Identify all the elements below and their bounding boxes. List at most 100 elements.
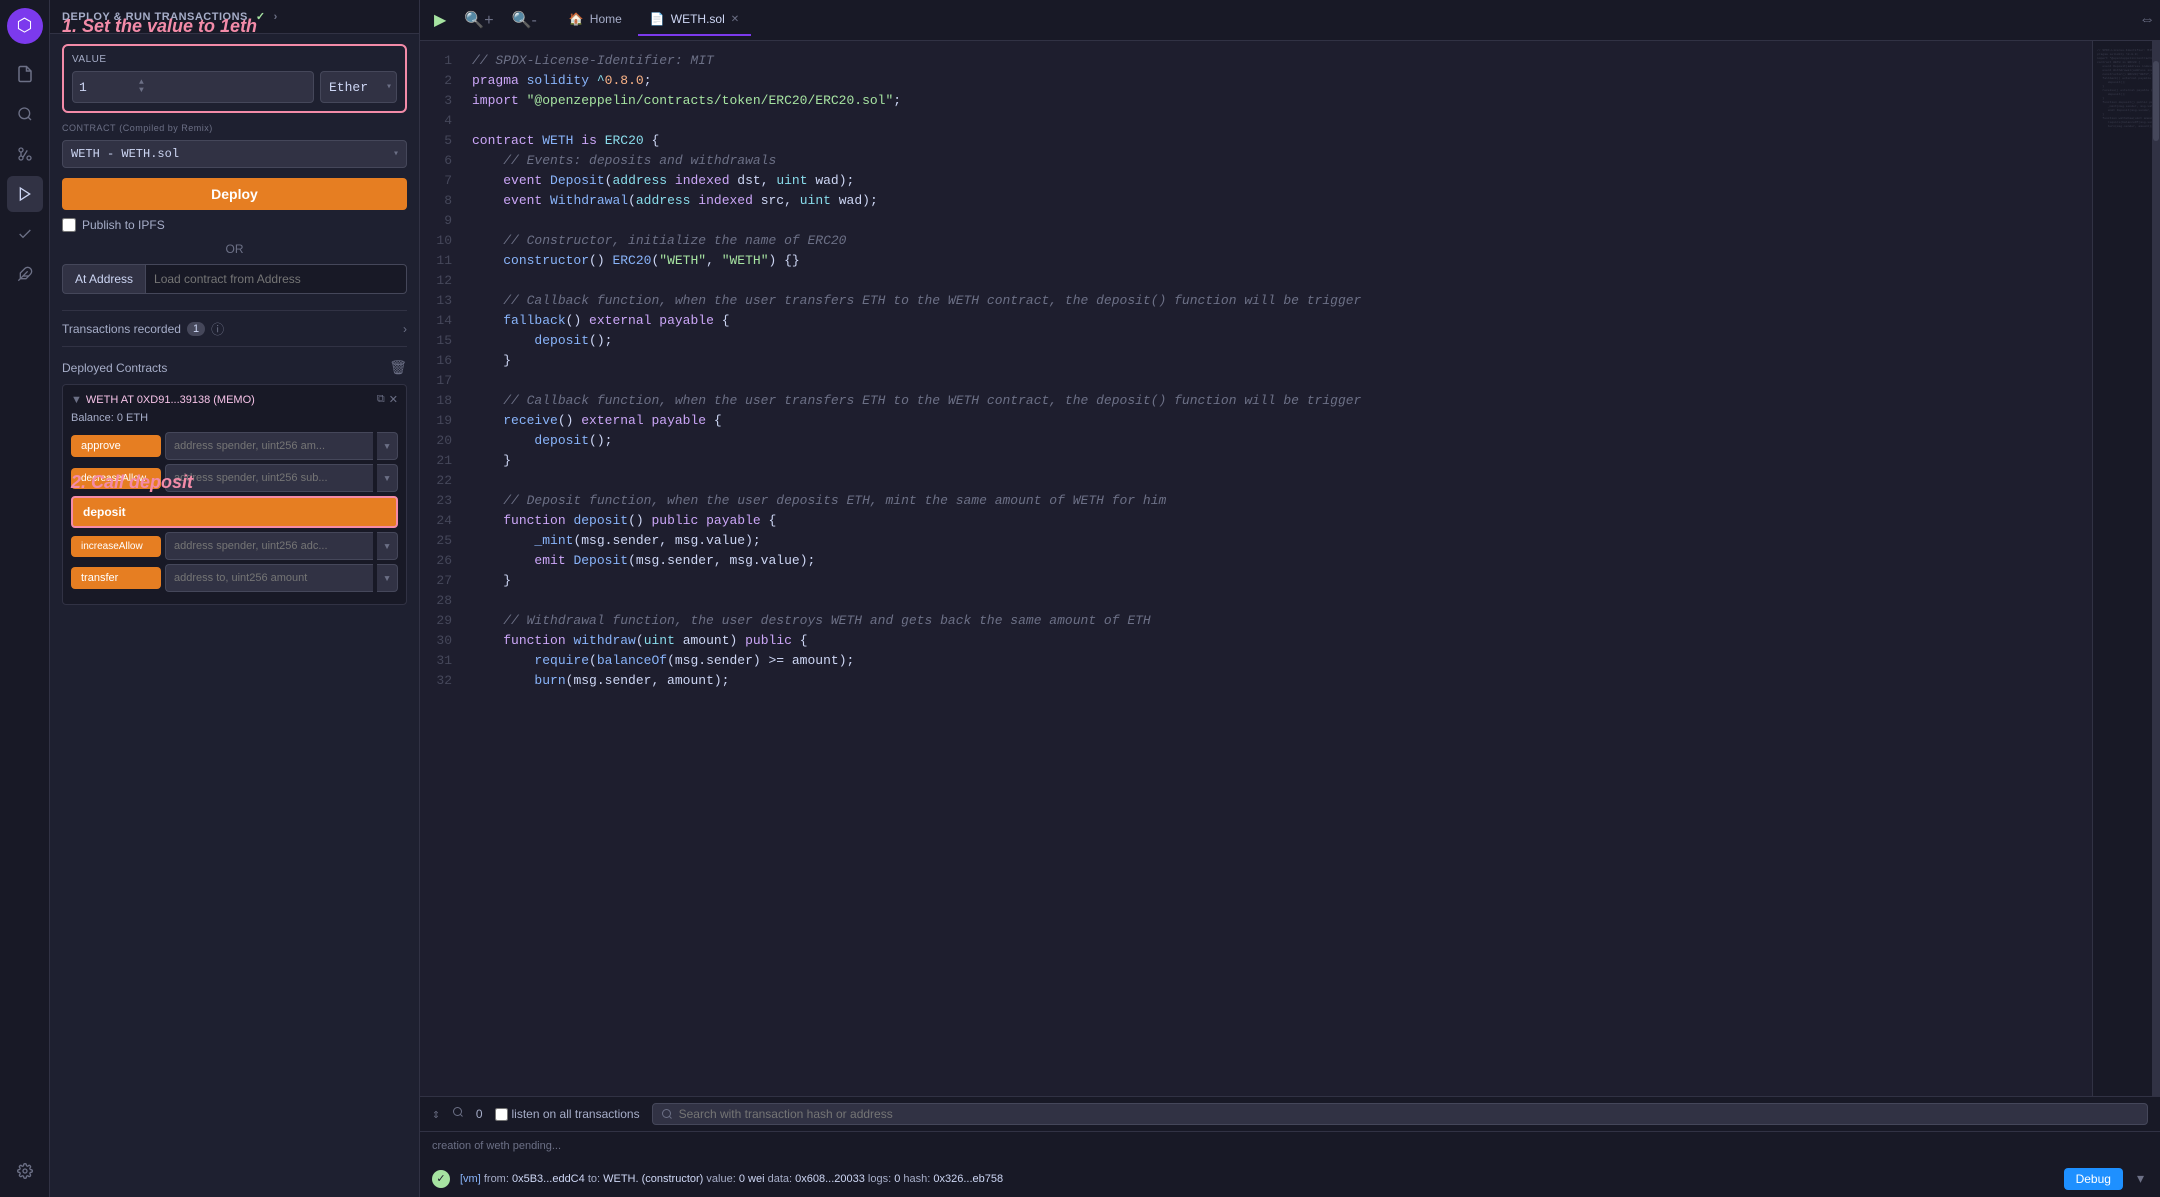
- value-input-wrap: ▲ ▼: [72, 71, 314, 103]
- deposit-btn-row: 2. Call deposit deposit: [71, 496, 398, 528]
- contract-select[interactable]: WETH - WETH.sol: [62, 140, 407, 168]
- increase-allow-btn-row: increaseAllow ▾: [71, 532, 398, 560]
- publish-checkbox[interactable]: [62, 218, 76, 232]
- balance-row: Balance: 0 ETH: [71, 412, 398, 424]
- decrease-allow-input[interactable]: [165, 464, 373, 492]
- decrease-allow-chevron[interactable]: ▾: [377, 464, 398, 492]
- status-check: ✓: [256, 10, 266, 23]
- sidebar-item-search[interactable]: [7, 96, 43, 132]
- listen-label: listen on all transactions: [512, 1107, 640, 1121]
- bottom-search-icon: [452, 1106, 464, 1122]
- instance-chevron[interactable]: ▼: [71, 394, 82, 406]
- run-button[interactable]: ▶: [428, 8, 452, 32]
- minimap: // SPDX-License-Identifier: MIT pragma s…: [2092, 41, 2152, 1096]
- panel-arrow[interactable]: ›: [274, 11, 278, 23]
- copy-icon[interactable]: ⧉: [377, 393, 385, 406]
- publish-label: Publish to IPFS: [82, 218, 165, 232]
- tx-success-icon: ✓: [432, 1170, 450, 1188]
- at-address-button[interactable]: At Address: [62, 264, 145, 294]
- tab-close-icon[interactable]: ✕: [731, 14, 739, 25]
- code-area[interactable]: 12345 678910 1112131415 1617181920 21222…: [420, 41, 2092, 1096]
- transactions-chevron[interactable]: ›: [403, 322, 407, 336]
- editor-area: ▶ 🔍+ 🔍- 🏠 Home 📄 WETH.sol ✕ ⇔ 12345 6789…: [420, 0, 2160, 1197]
- transactions-row[interactable]: Transactions recorded 1 ⓘ ›: [62, 310, 407, 347]
- listen-checkbox-row: listen on all transactions: [495, 1107, 640, 1121]
- value-spinner[interactable]: ▲ ▼: [139, 79, 144, 95]
- sidebar-item-verify[interactable]: [7, 216, 43, 252]
- sidebar-item-deploy[interactable]: [7, 176, 43, 212]
- ether-unit-select[interactable]: Wei Gwei Finney Ether: [320, 71, 397, 103]
- transactions-label: Transactions recorded: [62, 322, 181, 336]
- tab-home-label: Home: [590, 12, 622, 26]
- panel-header: DEPLOY & RUN TRANSACTIONS ✓ ›: [50, 0, 419, 34]
- sidebar-item-git[interactable]: [7, 136, 43, 172]
- scrollbar[interactable]: [2152, 41, 2160, 1096]
- tab-home[interactable]: 🏠 Home: [557, 4, 634, 36]
- value-row: ▲ ▼ Wei Gwei Finney Ether: [72, 71, 397, 103]
- editor-tabs: 🏠 Home 📄 WETH.sol ✕: [549, 4, 2137, 36]
- decrease-allow-btn-row: decreaseAllow ▾: [71, 464, 398, 492]
- expand-icon[interactable]: ⇔: [2142, 11, 2152, 29]
- contract-section: CONTRACT (Compiled by Remix) WETH - WETH…: [62, 123, 407, 168]
- deployed-contracts-header: Deployed Contracts 🗑: [62, 359, 407, 376]
- tx-row: ✓ [vm] from: 0x5B3...eddC4 to: WETH. (co…: [420, 1160, 2160, 1197]
- transfer-input[interactable]: [165, 564, 373, 592]
- home-icon: 🏠: [569, 12, 584, 26]
- value-section: VALUE ▲ ▼ Wei Gwei Finney: [62, 44, 407, 113]
- tx-count: 0: [476, 1107, 483, 1121]
- increase-allow-chevron[interactable]: ▾: [377, 532, 398, 560]
- zoom-out-button[interactable]: 🔍-: [506, 8, 543, 32]
- toolbar-row: ▶ 🔍+ 🔍- 🏠 Home 📄 WETH.sol ✕ ⇔: [420, 0, 2160, 41]
- panel-body: 1. Set the value to 1eth VALUE ▲ ▼ Wei: [50, 34, 419, 1197]
- bottom-bar: ⇕ 0 listen on all transactions creation …: [420, 1096, 2160, 1197]
- trash-icon[interactable]: 🗑: [389, 359, 407, 376]
- close-icon[interactable]: ✕: [389, 393, 398, 406]
- contract-instance: ▼ WETH AT 0XD91...39138 (MEMO) ⧉ ✕ Balan…: [62, 384, 407, 605]
- deployed-contracts-label: Deployed Contracts: [62, 361, 167, 375]
- increase-allow-button[interactable]: increaseAllow: [71, 536, 161, 557]
- increase-allow-input[interactable]: [165, 532, 373, 560]
- debug-button[interactable]: Debug: [2064, 1168, 2123, 1190]
- sidebar-item-plugin[interactable]: [7, 256, 43, 292]
- code-editor: 12345 678910 1112131415 1617181920 21222…: [420, 41, 2160, 1096]
- approve-input[interactable]: [165, 432, 373, 460]
- zoom-in-button[interactable]: 🔍+: [458, 8, 499, 32]
- bottom-expand-icon[interactable]: ⇕: [432, 1107, 440, 1122]
- contract-label: CONTRACT (Compiled by Remix): [62, 123, 407, 134]
- app-logo[interactable]: ⬡: [7, 8, 43, 44]
- transfer-button[interactable]: transfer: [71, 567, 161, 589]
- listen-checkbox[interactable]: [495, 1108, 508, 1121]
- approve-btn-row: approve ▾: [71, 432, 398, 460]
- bottom-log: creation of weth pending...: [420, 1132, 2160, 1160]
- tab-weth-label: WETH.sol: [671, 12, 725, 26]
- sidebar-item-settings[interactable]: [7, 1153, 43, 1189]
- transactions-count: 1: [187, 322, 205, 336]
- transfer-chevron[interactable]: ▾: [377, 564, 398, 592]
- contract-instance-header: ▼ WETH AT 0XD91...39138 (MEMO) ⧉ ✕: [71, 393, 398, 406]
- scrollbar-thumb[interactable]: [2153, 61, 2159, 141]
- instance-name: WETH AT 0XD91...39138 (MEMO): [86, 394, 255, 406]
- tab-weth[interactable]: 📄 WETH.sol ✕: [638, 4, 751, 36]
- search-icon: [661, 1108, 673, 1120]
- icon-sidebar: ⬡: [0, 0, 50, 1197]
- ether-select-wrap: Wei Gwei Finney Ether: [320, 71, 397, 103]
- expand-down-button[interactable]: ▾: [2133, 1166, 2148, 1191]
- at-address-row: At Address: [62, 264, 407, 294]
- publish-row: Publish to IPFS: [62, 218, 407, 232]
- value-input[interactable]: [79, 80, 139, 95]
- sol-icon: 📄: [650, 12, 665, 26]
- deposit-button[interactable]: deposit: [71, 496, 398, 528]
- decrease-allow-button[interactable]: decreaseAllow: [71, 468, 161, 489]
- approve-button[interactable]: approve: [71, 435, 161, 457]
- value-label: VALUE: [72, 54, 397, 65]
- info-icon[interactable]: ⓘ: [211, 319, 224, 338]
- approve-chevron[interactable]: ▾: [377, 432, 398, 460]
- contract-select-wrap: WETH - WETH.sol: [62, 140, 407, 168]
- search-area: [652, 1103, 2148, 1125]
- sidebar-item-files[interactable]: [7, 56, 43, 92]
- search-input[interactable]: [679, 1107, 2139, 1121]
- load-contract-input[interactable]: [145, 264, 407, 294]
- or-divider: OR: [62, 242, 407, 256]
- transfer-btn-row: transfer ▾: [71, 564, 398, 592]
- deploy-button[interactable]: Deploy: [62, 178, 407, 210]
